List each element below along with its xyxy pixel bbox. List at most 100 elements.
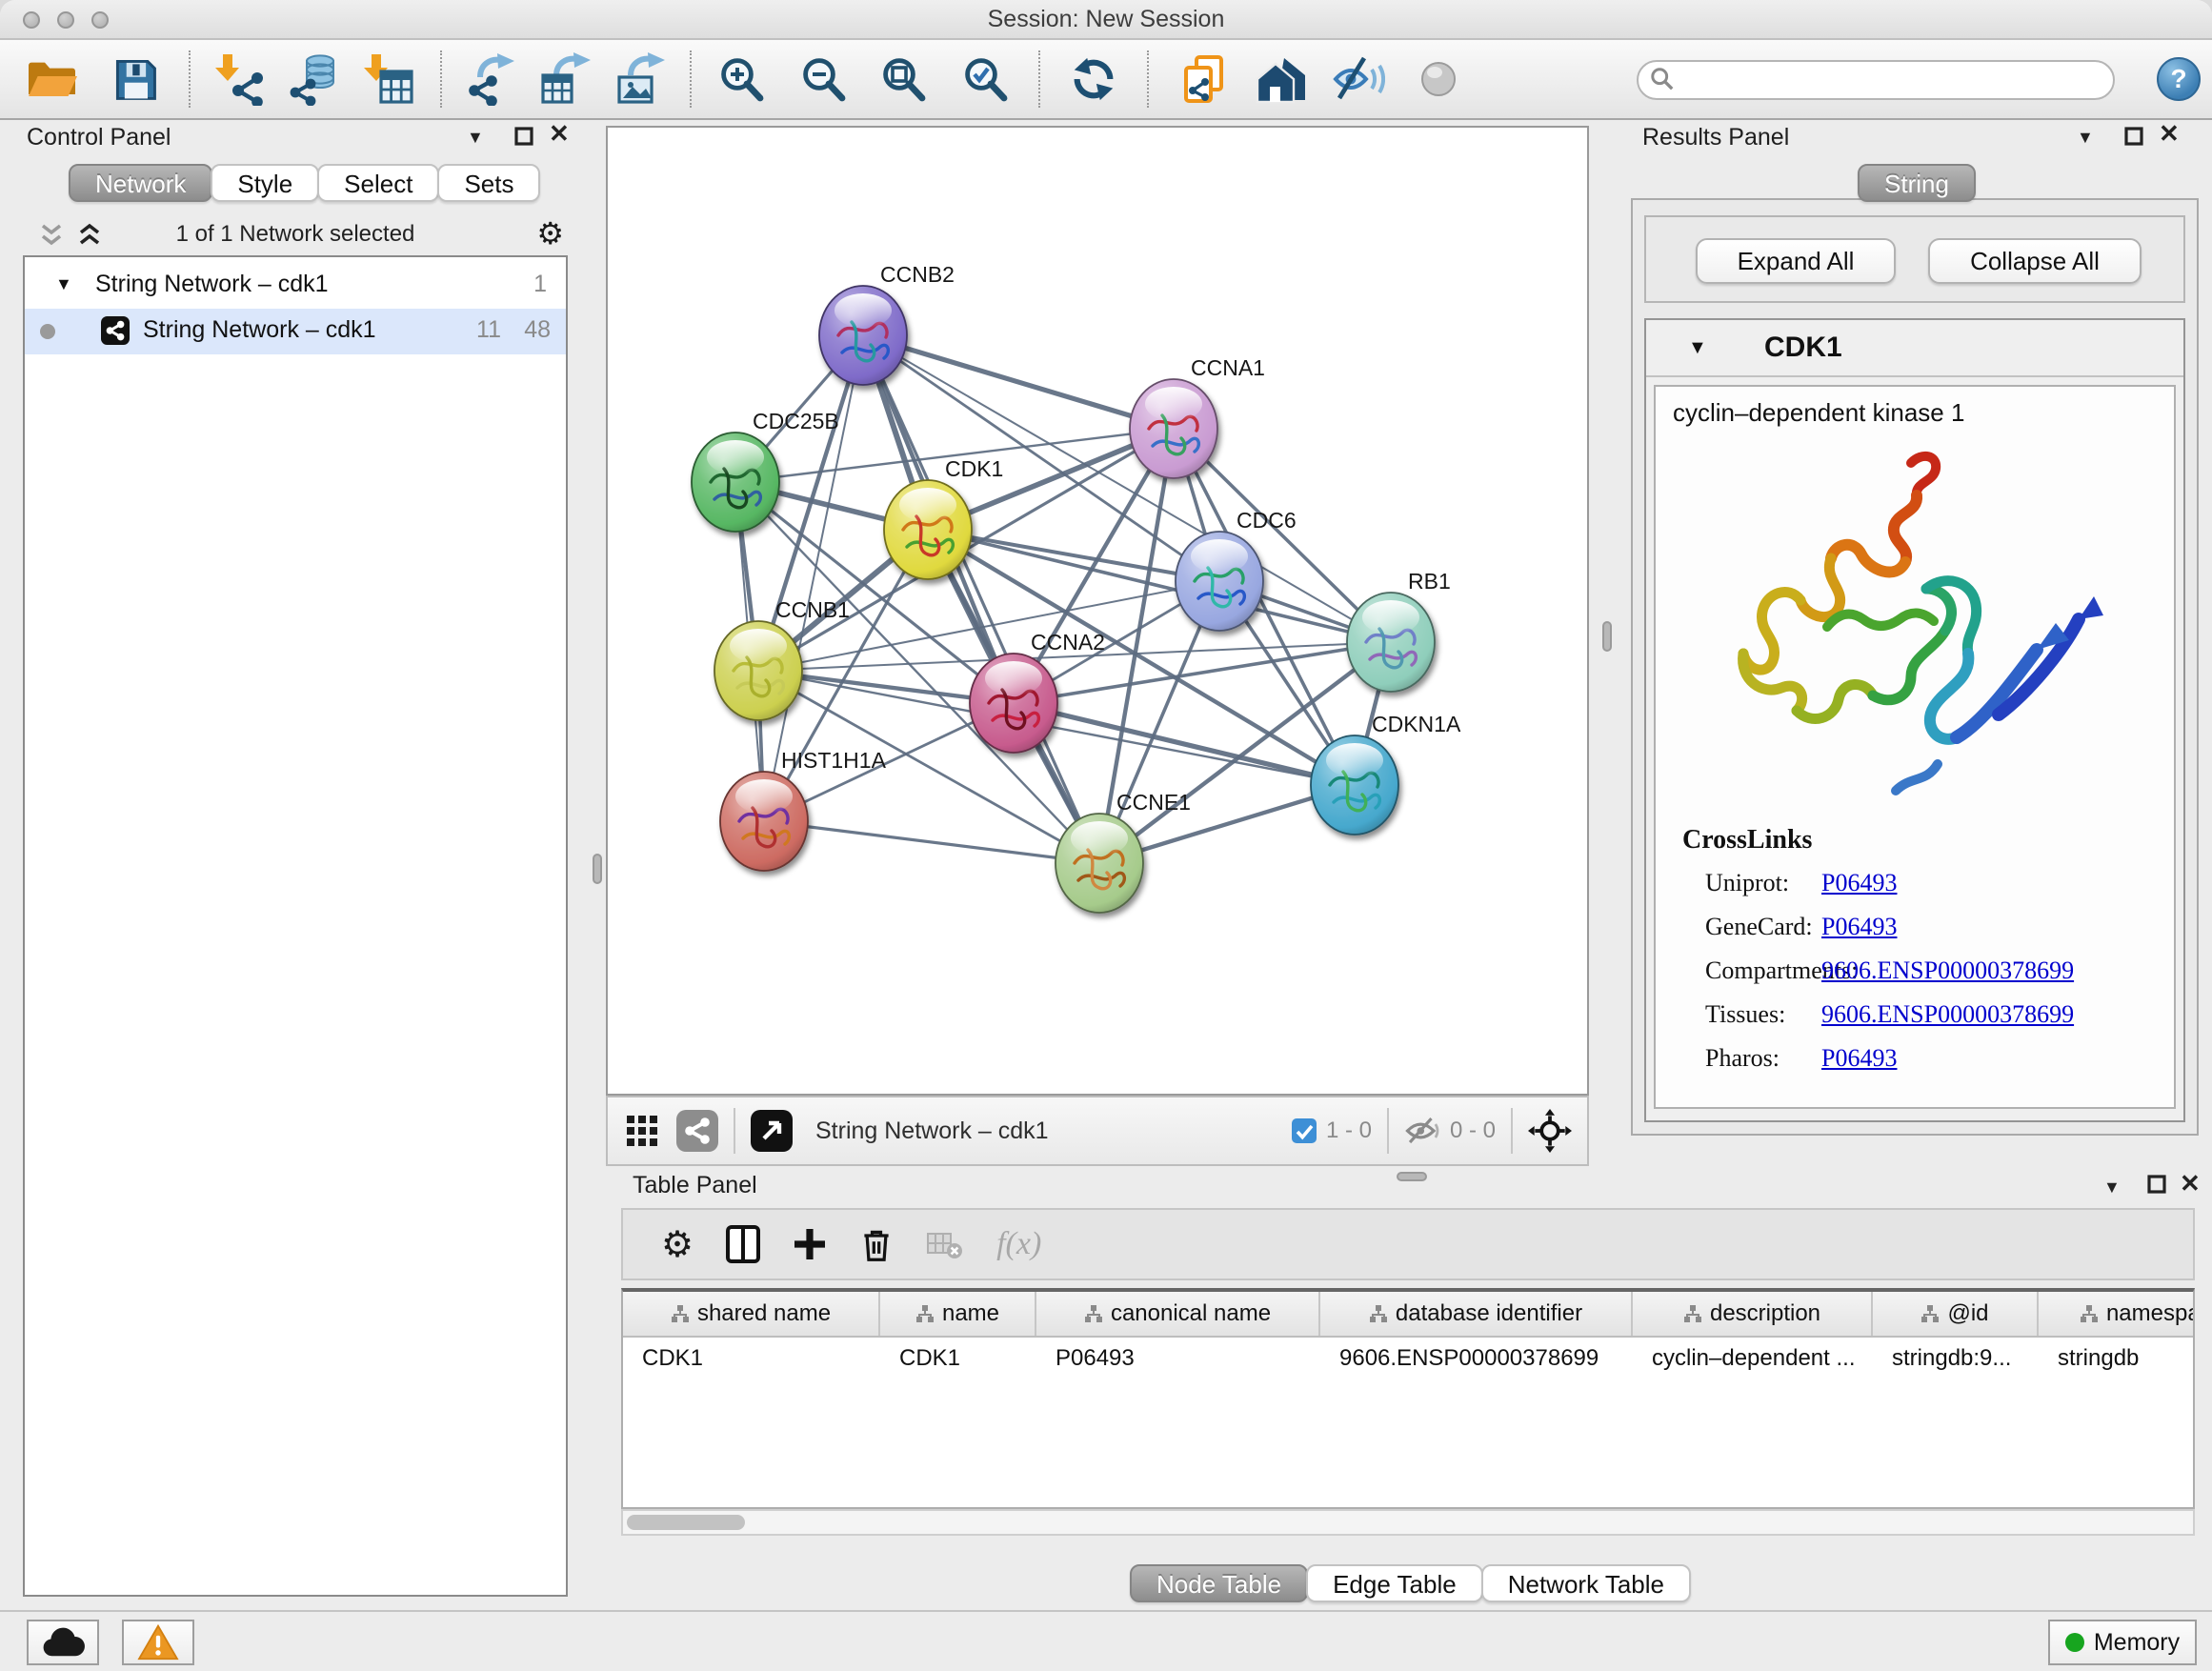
table-cell[interactable]: stringdb:9... <box>1873 1338 2039 1379</box>
column-header-name[interactable]: name <box>880 1292 1036 1336</box>
import-network-button[interactable] <box>211 50 269 108</box>
crosslink-pharos-link[interactable]: P06493 <box>1821 1044 1897 1073</box>
column-header-namespace[interactable]: namespace <box>2039 1292 2195 1336</box>
section-caret-icon[interactable]: ▼ <box>1688 337 1707 359</box>
tab-select[interactable]: Select <box>317 164 439 202</box>
tab-sets[interactable]: Sets <box>437 164 540 202</box>
export-table-button[interactable] <box>537 50 594 108</box>
duplicate-network-button[interactable] <box>1176 50 1233 108</box>
network-edge[interactable] <box>863 335 1174 429</box>
table-cell[interactable]: stringdb <box>2039 1338 2195 1379</box>
network-node-CCNA2[interactable] <box>970 654 1057 753</box>
tree-caret-icon[interactable]: ▼ <box>55 274 72 294</box>
network-node-CDC6[interactable] <box>1176 532 1263 631</box>
network-edge[interactable] <box>928 530 1391 642</box>
tab-network[interactable]: Network <box>69 164 212 202</box>
export-network-button[interactable] <box>463 50 520 108</box>
network-edge[interactable] <box>863 335 1099 863</box>
table-panel-collapse-icon[interactable]: ▼ <box>2103 1176 2121 1198</box>
column-header-sharedname[interactable]: shared name <box>623 1292 880 1336</box>
collapse-all-button[interactable]: Collapse All <box>1928 238 2142 284</box>
cloud-status-button[interactable] <box>27 1620 99 1665</box>
table-row[interactable]: CDK1CDK1P064939606.ENSP00000378699cyclin… <box>623 1338 2193 1379</box>
zoom-in-button[interactable] <box>713 50 770 108</box>
column-header-databaseidentifier[interactable]: database identifier <box>1320 1292 1633 1336</box>
birdseye-view-icon[interactable] <box>751 1110 793 1152</box>
show-columns-icon[interactable] <box>726 1225 760 1263</box>
table-cell[interactable]: P06493 <box>1036 1338 1320 1379</box>
network-node-CCNB2[interactable] <box>819 286 907 385</box>
results-panel-float-icon[interactable] <box>2124 126 2143 147</box>
network-node-HIST1H1A[interactable] <box>720 772 808 871</box>
open-session-button[interactable] <box>23 50 80 108</box>
network-graph[interactable]: CCNB2CCNA1CDC25BCDK1CDC6RB1CCNB1CCNA2CDK… <box>608 128 1587 1094</box>
tab-style[interactable]: Style <box>211 164 319 202</box>
first-neighbors-button[interactable] <box>1254 50 1311 108</box>
network-edge[interactable] <box>1014 703 1355 785</box>
add-column-icon[interactable] <box>793 1227 827 1261</box>
protein-section-header[interactable]: ▼ CDK1 <box>1646 320 2183 377</box>
table-cell[interactable]: CDK1 <box>880 1338 1036 1379</box>
column-header-canonicalname[interactable]: canonical name <box>1036 1292 1320 1336</box>
show-all-button[interactable] <box>1410 50 1467 108</box>
network-node-CCNA1[interactable] <box>1130 379 1217 478</box>
scrollbar-thumb[interactable] <box>627 1515 745 1530</box>
string-view-icon[interactable] <box>676 1110 718 1152</box>
column-header-id[interactable]: @id <box>1873 1292 2039 1336</box>
crosslink-genecard-link[interactable]: P06493 <box>1821 913 1897 941</box>
network-collection-row[interactable]: ▼ String Network – cdk1 1 <box>25 263 566 309</box>
delete-column-trash-icon[interactable] <box>859 1225 894 1263</box>
left-splitter-handle[interactable] <box>593 854 602 884</box>
table-panel-float-icon[interactable] <box>2147 1174 2166 1195</box>
network-edge[interactable] <box>764 821 1099 863</box>
results-panel-collapse-icon[interactable]: ▼ <box>2077 126 2094 149</box>
tab-edge-table[interactable]: Edge Table <box>1306 1564 1483 1602</box>
zoom-fit-button[interactable] <box>875 50 932 108</box>
network-node-CCNE1[interactable] <box>1056 814 1143 913</box>
results-panel-close-icon[interactable]: ✕ <box>2159 122 2180 145</box>
table-body: CDK1CDK1P064939606.ENSP00000378699cyclin… <box>623 1338 2193 1379</box>
network-options-gear-icon[interactable]: ⚙ <box>536 215 564 252</box>
grid-view-icon[interactable] <box>627 1116 657 1146</box>
selected-checkbox-icon[interactable] <box>1292 1118 1317 1143</box>
warnings-button[interactable] <box>122 1620 194 1665</box>
table-cell[interactable]: cyclin–dependent ... <box>1633 1338 1873 1379</box>
crosslink-uniprot-link[interactable]: P06493 <box>1821 869 1897 897</box>
import-network-database-button[interactable] <box>286 50 343 108</box>
control-panel-close-icon[interactable]: ✕ <box>549 122 570 145</box>
tab-node-table[interactable]: Node Table <box>1130 1564 1308 1602</box>
table-horizontal-scrollbar[interactable] <box>621 1509 2195 1536</box>
network-node-CCNB1[interactable] <box>714 621 802 720</box>
crosslink-tissues-link[interactable]: 9606.ENSP00000378699 <box>1821 1000 2074 1029</box>
network-node-CDC25B[interactable] <box>692 433 779 532</box>
column-header-description[interactable]: description <box>1633 1292 1873 1336</box>
save-session-button[interactable] <box>107 50 164 108</box>
fit-move-icon[interactable] <box>1528 1109 1572 1153</box>
table-cell[interactable]: 9606.ENSP00000378699 <box>1320 1338 1633 1379</box>
table-cell[interactable]: CDK1 <box>623 1338 880 1379</box>
crosslink-compartments-link[interactable]: 9606.ENSP00000378699 <box>1821 956 2074 985</box>
export-image-button[interactable] <box>612 50 669 108</box>
apply-layout-button[interactable] <box>1065 50 1122 108</box>
table-options-gear-icon[interactable]: ⚙ <box>661 1223 694 1266</box>
zoom-selected-button[interactable] <box>956 50 1014 108</box>
right-splitter-handle[interactable] <box>1602 621 1612 652</box>
control-panel-collapse-icon[interactable]: ▼ <box>467 126 484 149</box>
network-node-CDKN1A[interactable] <box>1311 735 1398 835</box>
tab-string[interactable]: String <box>1858 164 1976 202</box>
hide-selected-button[interactable] <box>1330 50 1387 108</box>
import-table-button[interactable] <box>360 50 417 108</box>
network-row-selected[interactable]: String Network – cdk1 11 48 <box>25 309 566 354</box>
zoom-out-button[interactable] <box>794 50 852 108</box>
tab-network-table[interactable]: Network Table <box>1481 1564 1691 1602</box>
table-panel-close-icon[interactable]: ✕ <box>2180 1172 2201 1195</box>
search-input[interactable] <box>1637 60 2115 100</box>
expand-all-button[interactable]: Expand All <box>1696 238 1896 284</box>
memory-button[interactable]: Memory <box>2048 1620 2197 1665</box>
network-node-RB1[interactable] <box>1347 593 1435 692</box>
control-panel-float-icon[interactable] <box>514 126 533 147</box>
network-node-CDK1[interactable] <box>884 480 972 579</box>
network-canvas[interactable]: CCNB2CCNA1CDC25BCDK1CDC6RB1CCNB1CCNA2CDK… <box>606 126 1589 1096</box>
help-button[interactable]: ? <box>2157 57 2201 101</box>
horizontal-splitter-handle[interactable] <box>1397 1172 1427 1181</box>
